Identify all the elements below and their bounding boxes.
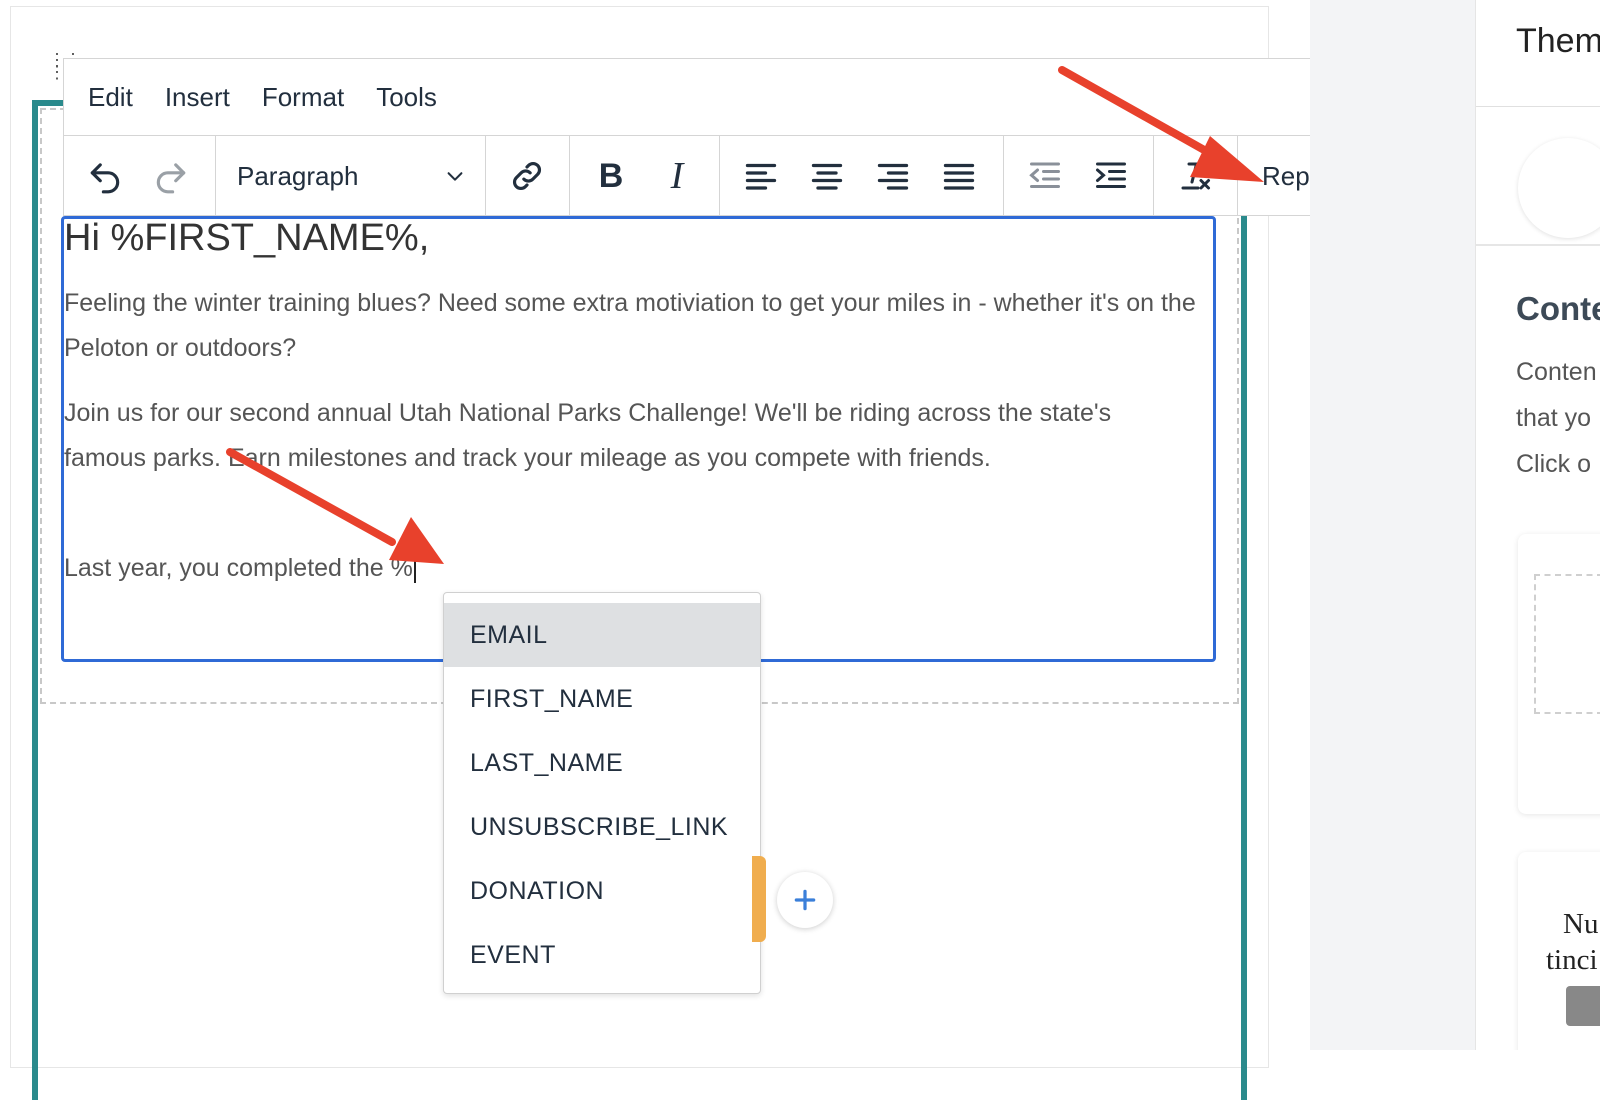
alignment-group — [720, 136, 1004, 216]
indent-icon — [1096, 162, 1126, 188]
panel-toggle-button[interactable] — [1518, 138, 1600, 238]
panel-divider — [1476, 106, 1600, 107]
link-button[interactable] — [494, 146, 560, 206]
outdent-icon — [1029, 162, 1060, 188]
paragraph-3: Last year, you completed the % — [64, 554, 413, 582]
card-button[interactable] — [1566, 986, 1600, 1026]
clear-formatting-button[interactable] — [1162, 146, 1228, 206]
chevron-down-icon — [447, 172, 463, 181]
indent-group — [1004, 136, 1154, 216]
text-cursor — [413, 555, 416, 584]
block-format-select[interactable]: Paragraph — [221, 146, 480, 206]
panel-text-line: that yo — [1516, 404, 1592, 432]
align-center-icon — [811, 163, 843, 190]
panel-section-heading: Conte — [1516, 290, 1600, 327]
greeting-heading: Hi %FIRST_NAME%, — [64, 217, 430, 259]
paragraph-3-line: Last year, you completed the % — [64, 546, 1199, 591]
link-group — [486, 136, 570, 216]
redo-icon — [156, 163, 186, 194]
clear-formatting-icon — [1181, 162, 1210, 190]
italic-button[interactable]: I — [644, 146, 710, 206]
autocomplete-item-event[interactable]: EVENT — [444, 923, 760, 987]
replacement-tag-autocomplete: EMAIL FIRST_NAME LAST_NAME UNSUBSCRIBE_L… — [443, 592, 761, 994]
autocomplete-item-email[interactable]: EMAIL — [444, 603, 760, 667]
panel-title: Them — [1516, 22, 1600, 60]
panel-text-line: Conten — [1516, 358, 1597, 386]
autocomplete-item-unsubscribe-link[interactable]: UNSUBSCRIBE_LINK — [444, 795, 760, 859]
block-drag-tab[interactable] — [752, 856, 766, 942]
redo-button[interactable] — [138, 146, 204, 206]
align-left-icon — [745, 163, 777, 190]
indent-button[interactable] — [1078, 146, 1144, 206]
align-right-button[interactable] — [860, 146, 926, 206]
autocomplete-item-donation[interactable]: DONATION — [444, 859, 760, 923]
block-format-label: Paragraph — [237, 160, 359, 191]
bold-button[interactable]: B — [578, 146, 644, 206]
menu-edit[interactable]: Edit — [88, 82, 133, 113]
history-group — [64, 136, 216, 216]
add-block-button[interactable] — [777, 872, 833, 928]
outdent-button[interactable] — [1012, 146, 1078, 206]
menubar: Edit Insert Format Tools — [64, 59, 469, 135]
autocomplete-item-first-name[interactable]: FIRST_NAME — [444, 667, 760, 731]
menu-format[interactable]: Format — [262, 82, 344, 113]
card-text: Nu — [1563, 908, 1599, 940]
block-format-group: Paragraph — [216, 136, 486, 216]
menu-insert[interactable]: Insert — [165, 82, 230, 113]
paragraph-1: Feeling the winter training blues? Need … — [64, 289, 1196, 362]
sidebar-gutter — [1310, 0, 1475, 1050]
panel-divider — [1476, 244, 1600, 246]
link-icon — [513, 162, 541, 190]
align-center-button[interactable] — [794, 146, 860, 206]
autocomplete-item-last-name[interactable]: LAST_NAME — [444, 731, 760, 795]
clear-format-group — [1154, 136, 1238, 216]
menu-tools[interactable]: Tools — [376, 82, 437, 113]
italic-icon: I — [670, 155, 684, 197]
align-justify-icon — [943, 163, 975, 190]
text-style-group: B I — [570, 136, 720, 216]
panel-text-line: Click o — [1516, 450, 1592, 478]
undo-icon — [90, 163, 120, 194]
bold-icon: B — [598, 156, 624, 195]
undo-button[interactable] — [72, 146, 138, 206]
align-justify-button[interactable] — [926, 146, 992, 206]
right-settings-panel: Them Conte Conten that yo Click o Nu tin… — [1475, 0, 1600, 1050]
plus-icon — [794, 889, 816, 911]
paragraph-2: Join us for our second annual Utah Natio… — [64, 399, 1112, 472]
content-block-placeholder — [1534, 574, 1600, 714]
align-right-icon — [877, 163, 909, 190]
card-text: tinci — [1546, 944, 1598, 976]
align-left-button[interactable] — [728, 146, 794, 206]
